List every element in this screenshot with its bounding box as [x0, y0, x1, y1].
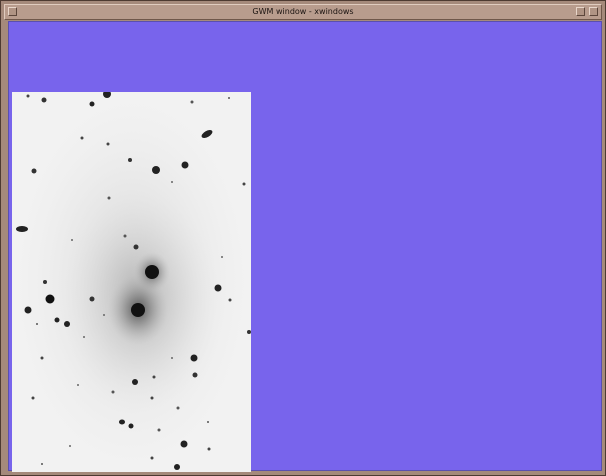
maximize-icon[interactable]: [589, 7, 598, 16]
title-bar[interactable]: GWM window - xwindows: [4, 4, 602, 20]
app-window: GWM window - xwindows: [0, 0, 606, 476]
window-title: GWM window - xwindows: [252, 7, 354, 16]
minimize-icon[interactable]: [576, 7, 585, 16]
display-canvas[interactable]: [8, 21, 602, 472]
astronomical-image: [12, 92, 251, 472]
